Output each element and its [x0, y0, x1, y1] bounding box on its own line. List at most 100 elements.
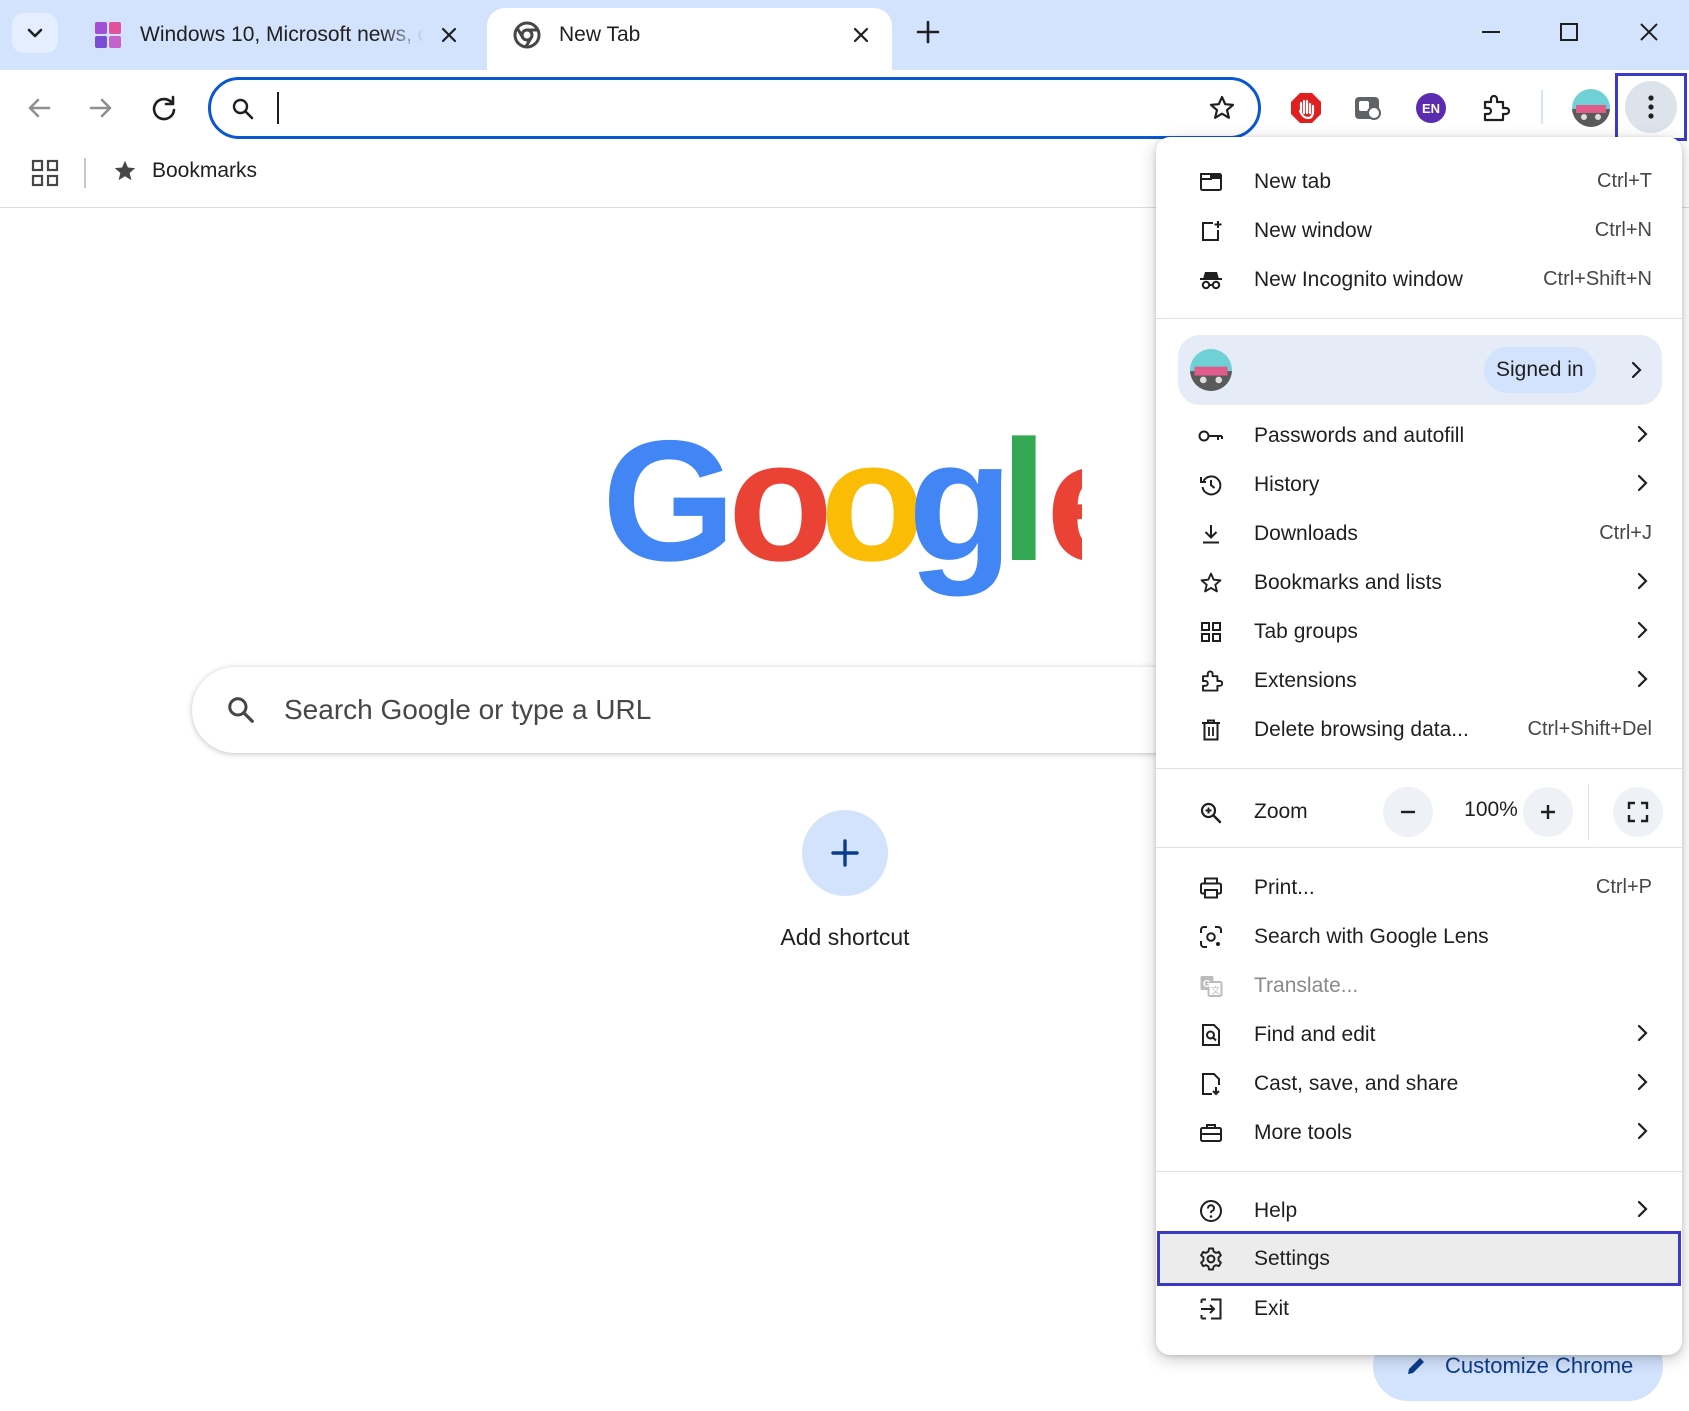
menu-item-help[interactable]: Help: [1156, 1186, 1682, 1235]
plus-icon: [831, 839, 859, 867]
svg-text:o: o: [728, 428, 833, 597]
menu-item-label: Bookmarks and lists: [1254, 570, 1442, 594]
menu-item-cast-save-share[interactable]: Cast, save, and share: [1156, 1059, 1682, 1108]
menu-item-new-tab[interactable]: New tab Ctrl+T: [1156, 157, 1682, 206]
add-shortcut-tile[interactable]: Add shortcut: [764, 810, 926, 951]
toolbar: EN: [0, 70, 1689, 144]
address-input[interactable]: [273, 90, 1173, 126]
history-icon: [1198, 472, 1224, 498]
tab-groups-icon: [1198, 619, 1224, 645]
menu-item-new-incognito-window[interactable]: New Incognito window Ctrl+Shift+N: [1156, 255, 1682, 304]
apps-grid-icon[interactable]: [30, 158, 60, 188]
menu-item-label: New tab: [1254, 169, 1332, 193]
close-tab-icon[interactable]: [436, 22, 462, 48]
tab-title: Windows 10, Microsoft news, deals: [140, 23, 424, 46]
download-icon: [1198, 521, 1224, 547]
print-icon: [1198, 875, 1224, 901]
google-logo: G o o g l e e: [602, 428, 1082, 598]
menu-item-tab-groups[interactable]: Tab groups: [1156, 607, 1682, 656]
language-badge: EN: [1416, 93, 1446, 123]
chevron-down-icon: [27, 28, 43, 38]
menu-item-label: Find and edit: [1254, 1022, 1376, 1046]
menu-item-delete-browsing-data[interactable]: Delete browsing data... Ctrl+Shift+Del: [1156, 705, 1682, 754]
add-shortcut-button[interactable]: [802, 810, 888, 896]
signed-in-badge: Signed in: [1484, 347, 1596, 393]
pencil-icon: [1408, 1358, 1424, 1374]
menu-item-more-tools[interactable]: More tools: [1156, 1108, 1682, 1157]
menu-item-new-window[interactable]: New window Ctrl+N: [1156, 206, 1682, 255]
menu-item-passwords[interactable]: Passwords and autofill: [1156, 411, 1682, 460]
menu-item-print[interactable]: Print... Ctrl+P: [1156, 863, 1682, 912]
menu-item-history[interactable]: History: [1156, 460, 1682, 509]
puzzle-icon: [1483, 94, 1510, 122]
new-tab-button[interactable]: [909, 12, 947, 52]
back-arrow-icon: [28, 98, 51, 118]
reload-icon: [152, 95, 176, 121]
bookmarks-folder[interactable]: Bookmarks: [112, 158, 257, 184]
image-extension-icon[interactable]: [1346, 86, 1390, 130]
address-bar[interactable]: [208, 77, 1261, 139]
menu-item-translate: G文 Translate...: [1156, 961, 1682, 1010]
incognito-icon: [1198, 267, 1224, 293]
menu-item-label: Help: [1254, 1198, 1298, 1222]
translate-icon: G文: [1198, 973, 1224, 999]
forward-button[interactable]: [79, 86, 123, 130]
chevron-right-icon: [1637, 1200, 1648, 1218]
lens-icon: [1198, 924, 1224, 950]
add-shortcut-label: Add shortcut: [780, 924, 910, 950]
menu-item-downloads[interactable]: Downloads Ctrl+J: [1156, 509, 1682, 558]
toolbar-separator: [1541, 90, 1543, 124]
key-icon: [1198, 423, 1224, 449]
menu-item-label: History: [1254, 472, 1320, 496]
menu-item-bookmarks-and-lists[interactable]: Bookmarks and lists: [1156, 558, 1682, 607]
adblock-extension-icon[interactable]: [1284, 86, 1328, 130]
new-window-icon: [1198, 218, 1224, 244]
close-tab-icon[interactable]: [848, 22, 874, 48]
tab-windows-news[interactable]: Windows 10, Microsoft news, deals: [68, 8, 480, 70]
fullscreen-button[interactable]: [1613, 787, 1663, 837]
zoom-in-button[interactable]: [1523, 787, 1573, 837]
forward-arrow-icon: [89, 98, 112, 118]
menu-item-shortcut: Ctrl+N: [1594, 219, 1652, 241]
bookmarks-separator: [84, 158, 86, 188]
menu-item-shortcut: Ctrl+P: [1595, 876, 1652, 898]
svg-text:G: G: [1203, 979, 1211, 990]
bookmark-star-icon[interactable]: [1208, 94, 1236, 122]
chevron-right-icon: [1637, 425, 1648, 443]
back-button[interactable]: [17, 86, 61, 130]
minimize-button[interactable]: [1456, 8, 1526, 56]
tab-search-button[interactable]: [12, 13, 58, 53]
menu-item-exit[interactable]: Exit: [1156, 1284, 1682, 1333]
language-extension-icon[interactable]: EN: [1409, 86, 1453, 130]
chevron-right-icon: [1637, 1024, 1648, 1042]
trash-icon: [1198, 717, 1224, 743]
chevron-right-icon: [1637, 1122, 1648, 1140]
close-window-button[interactable]: [1614, 8, 1684, 56]
menu-item-label: Print...: [1254, 875, 1315, 899]
cast-icon: [1198, 1071, 1224, 1097]
extensions-button[interactable]: [1473, 86, 1517, 130]
plus-icon: [916, 20, 940, 44]
svg-text:e: e: [1046, 428, 1082, 597]
menu-separator: [1156, 847, 1682, 848]
profile-avatar-button[interactable]: [1567, 84, 1615, 132]
menu-profile-row[interactable]: Signed in: [1178, 335, 1662, 405]
tab-new-tab[interactable]: New Tab: [487, 8, 892, 70]
menu-item-extensions[interactable]: Extensions: [1156, 656, 1682, 705]
menu-item-google-lens[interactable]: Search with Google Lens: [1156, 912, 1682, 961]
maximize-button[interactable]: [1534, 8, 1604, 56]
zoom-out-button[interactable]: [1383, 787, 1433, 837]
menu-item-label: Search with Google Lens: [1254, 924, 1489, 948]
search-icon: [231, 97, 255, 121]
search-icon: [226, 695, 256, 725]
new-tab-icon: [1198, 169, 1224, 195]
menu-item-find-and-edit[interactable]: Find and edit: [1156, 1010, 1682, 1059]
zoom-icon: [1198, 800, 1224, 826]
chrome-menu-button[interactable]: [1615, 73, 1687, 141]
reload-button[interactable]: [142, 86, 186, 130]
chrome-icon: [513, 21, 541, 49]
menu-item-label: Delete browsing data...: [1254, 717, 1469, 741]
ntp-search-box[interactable]: Search Google or type a URL: [192, 667, 1292, 753]
menu-item-label: Downloads: [1254, 521, 1358, 545]
menu-item-settings[interactable]: Settings: [1156, 1234, 1682, 1283]
